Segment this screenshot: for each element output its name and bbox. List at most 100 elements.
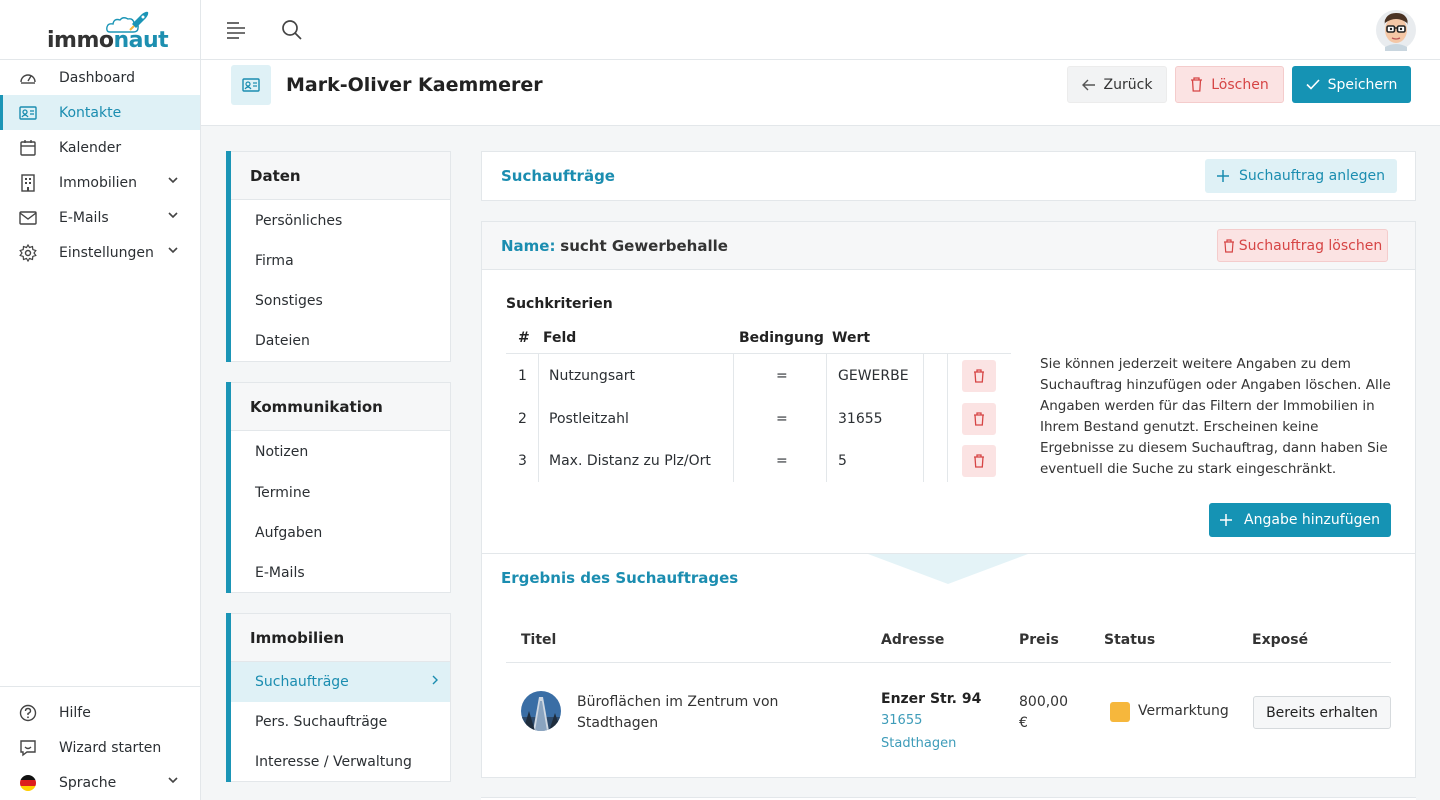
contact-type-badge (231, 65, 271, 105)
section-title: Suchaufträge (501, 167, 615, 185)
menu-toggle-icon[interactable] (226, 21, 246, 39)
nav-item-emails[interactable]: E-Mails (231, 553, 450, 593)
nav-item-persoenliches[interactable]: Persönliches (231, 201, 450, 241)
chevron-down-icon (168, 212, 178, 219)
criteria-title: Suchkriterien (506, 296, 613, 312)
result-street: Enzer Str. 94 (881, 691, 982, 707)
sidebar-item-dashboard[interactable]: Dashboard (0, 60, 200, 95)
column-divider (923, 354, 924, 482)
delete-search-button[interactable]: Suchauftrag löschen (1217, 229, 1388, 262)
criteria-row-value: GEWERBE (838, 368, 909, 384)
criteria-row-condition: = (776, 368, 788, 384)
contacts-icon (19, 105, 37, 120)
nav-group-title: Immobilien (231, 614, 450, 662)
name-prefix: Name: (501, 237, 556, 255)
searches-header-panel: Suchaufträge Suchauftrag anlegen (481, 151, 1416, 201)
save-button[interactable]: Speichern (1292, 66, 1411, 103)
results-col-price: Preis (1019, 632, 1059, 648)
page-title: Mark-Oliver Kaemmerer (286, 74, 543, 96)
add-criteria-button[interactable]: Angabe hinzufügen (1209, 503, 1391, 537)
result-title[interactable]: Büroflächen im Zentrum von Stadthagen (577, 692, 807, 734)
search-icon[interactable] (281, 19, 303, 41)
property-thumbnail (521, 691, 561, 731)
table-row[interactable]: Büroflächen im Zentrum von Stadthagen En… (482, 663, 1415, 763)
sidebar-item-label: Immobilien (59, 174, 138, 191)
criteria-row-num: 3 (518, 453, 527, 469)
contact-card-icon (242, 78, 260, 92)
result-city: Stadthagen (881, 736, 957, 751)
check-icon (1306, 79, 1320, 90)
trash-icon (974, 412, 984, 426)
page-header: Mark-Oliver Kaemmerer Zurück Löschen Spe… (201, 60, 1440, 126)
column-divider (733, 354, 734, 482)
sidebar-item-kontakte[interactable]: Kontakte (0, 95, 200, 130)
delete-criteria-button[interactable] (962, 445, 996, 477)
nav-item-aufgaben[interactable]: Aufgaben (231, 513, 450, 553)
sidebar-divider (0, 686, 200, 687)
column-divider (947, 354, 948, 482)
nav-group-daten: Daten Persönliches Firma Sonstiges Datei… (226, 151, 451, 362)
german-flag-icon (20, 774, 36, 791)
nav-group-title: Daten (231, 152, 450, 200)
nav-item-firma[interactable]: Firma (231, 241, 450, 281)
nav-item-notizen[interactable]: Notizen (231, 432, 450, 472)
name-value: sucht Gewerbehalle (560, 237, 728, 255)
sidebar-item-label: Dashboard (59, 69, 135, 86)
delete-contact-button[interactable]: Löschen (1175, 66, 1284, 103)
nav-item-sonstiges[interactable]: Sonstiges (231, 281, 450, 321)
logo[interactable]: immonaut (0, 0, 200, 60)
avatar[interactable] (1375, 9, 1417, 51)
result-price: 800,00 € (1019, 694, 1068, 731)
plus-icon (1217, 170, 1230, 182)
sidebar-item-wizard[interactable]: Wizard starten (0, 730, 200, 765)
sidebar-item-label: Kontakte (59, 104, 122, 121)
results-col-status: Status (1104, 632, 1156, 648)
sidebar-item-kalender[interactable]: Kalender (0, 130, 200, 165)
results-col-title: Titel (521, 632, 557, 648)
results-col-expose: Exposé (1252, 632, 1309, 648)
criteria-row-num: 2 (518, 411, 527, 427)
logo-part1: immo (47, 28, 114, 53)
logo-wordmark: immonaut (47, 28, 169, 53)
delete-button-label: Löschen (1211, 76, 1269, 93)
back-button-label: Zurück (1103, 76, 1153, 93)
nav-group-kommunikation: Kommunikation Notizen Termine Aufgaben E… (226, 382, 451, 593)
nav-item-interesse-verwaltung[interactable]: Interesse / Verwaltung (231, 742, 450, 782)
building-icon (21, 173, 35, 192)
trash-icon (974, 369, 984, 383)
nav-item-suchauftraege[interactable]: Suchaufträge (231, 662, 450, 702)
sidebar-item-label: Einstellungen (59, 244, 154, 261)
criteria-row-value: 31655 (838, 411, 883, 427)
sidebar-item-sprache[interactable]: Sprache (0, 765, 200, 800)
sidebar-item-label: Kalender (59, 139, 122, 156)
nav-item-termine[interactable]: Termine (231, 473, 450, 513)
back-button[interactable]: Zurück (1067, 66, 1167, 103)
criteria-row-field: Nutzungsart (549, 368, 635, 384)
add-search-button[interactable]: Suchauftrag anlegen (1205, 159, 1397, 193)
sidebar: immonaut Dashboard Kontakte Kalender Imm… (0, 0, 201, 800)
sidebar-item-emails[interactable]: E-Mails (0, 200, 200, 235)
sidebar-item-immobilien[interactable]: Immobilien (0, 165, 200, 200)
criteria-row-field: Max. Distanz zu Plz/Ort (549, 453, 711, 469)
calendar-icon (20, 139, 36, 156)
trash-icon (1191, 77, 1203, 92)
nav-item-pers-suchauftraege[interactable]: Pers. Suchaufträge (231, 702, 450, 742)
plus-icon (1220, 514, 1233, 526)
criteria-col-value: Wert (832, 330, 871, 346)
sidebar-item-label: Sprache (59, 774, 117, 791)
gear-icon (19, 243, 37, 262)
sidebar-item-hilfe[interactable]: Hilfe (0, 695, 200, 730)
delete-criteria-button[interactable] (962, 360, 996, 392)
sidebar-item-einstellungen[interactable]: Einstellungen (0, 235, 200, 270)
column-divider (826, 354, 827, 482)
expose-button[interactable]: Bereits erhalten (1253, 696, 1391, 729)
column-divider (538, 354, 539, 482)
search-order-panel: Name: sucht Gewerbehalle Suchauftrag lös… (481, 221, 1416, 778)
criteria-row-field: Postleitzahl (549, 411, 629, 427)
wizard-icon (20, 739, 36, 756)
delete-criteria-button[interactable] (962, 403, 996, 435)
nav-item-dateien[interactable]: Dateien (231, 321, 450, 361)
sidebar-item-label: Wizard starten (59, 739, 162, 756)
nav-group-immobilien: Immobilien Suchaufträge Pers. Suchaufträ… (226, 613, 451, 782)
topbar (201, 0, 1440, 60)
